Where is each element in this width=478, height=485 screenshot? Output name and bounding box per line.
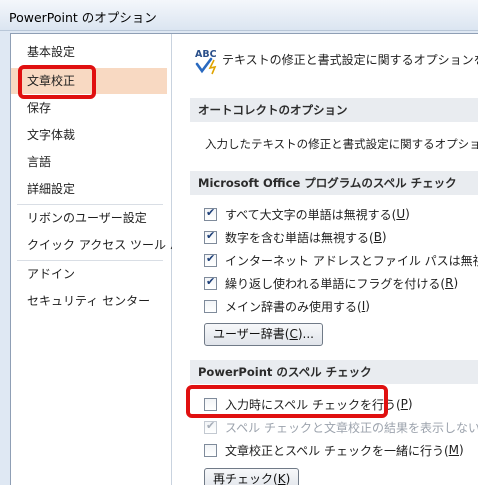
button-suffix: )...	[297, 327, 314, 341]
access-key: P	[400, 397, 408, 411]
close-paren: )	[407, 397, 413, 411]
sidebar-item-advanced[interactable]: 詳細設定	[11, 176, 167, 202]
title-bar: PowerPoint のオプション	[0, 0, 478, 31]
checkbox-ignore-uppercase[interactable]	[204, 206, 217, 221]
sidebar-item-addins[interactable]: アドイン	[11, 261, 167, 287]
sidebar-item-quick-access-toolbar[interactable]: クイック アクセス ツール バー	[11, 232, 194, 258]
recheck-document-button[interactable]: 再チェック(K)	[204, 468, 300, 485]
panel-header: テキストの修正と書式設定に関するオプションを変更します。	[222, 53, 478, 67]
highlight-proofing-nav	[18, 65, 96, 99]
access-key: C	[289, 327, 298, 341]
access-key: U	[396, 207, 406, 221]
autocorrect-description: 入力したテキストの修正と書式設定に関するオプションを変更します:	[205, 137, 478, 151]
option-ignore-internet-addresses[interactable]: インターネット アドレスとファイル パスは無視する(F)	[204, 251, 478, 269]
option-label: 数字を含む単語は無視する(	[225, 230, 374, 245]
sidebar-item-typography[interactable]: 文字体裁	[11, 122, 167, 148]
close-paren: )	[459, 443, 464, 457]
option-label: インターネット アドレスとファイル パスは無視する(	[225, 253, 478, 268]
option-check-grammar-with-spelling[interactable]: 文章校正とスペル チェックを一緒に行う(M)	[204, 441, 464, 459]
option-ignore-uppercase[interactable]: すべて大文字の単語は無視する(U)	[204, 205, 410, 223]
option-label: 繰り返し使われる単語にフラグを付ける(	[225, 276, 446, 291]
checkbox-flag-repeated-words[interactable]	[204, 275, 217, 290]
option-label: メイン辞書のみ使用する(	[225, 299, 362, 314]
sidebar-item-language[interactable]: 言語	[11, 149, 167, 175]
option-label: 文章校正とスペル チェックを一緒に行う(	[225, 443, 449, 458]
close-paren: )	[405, 207, 410, 221]
sidebar-item-trust-center[interactable]: セキュリティ センター	[11, 288, 167, 314]
option-flag-repeated-words[interactable]: 繰り返し使われる単語にフラグを付ける(R)	[204, 274, 458, 292]
button-label: ユーザー辞書(	[213, 327, 290, 341]
close-paren: )	[453, 276, 459, 290]
ppt-spelling-section-title: PowerPoint のスペル チェック	[190, 360, 478, 384]
checkbox-hide-spelling-errors	[204, 419, 217, 434]
checkbox-ignore-internet-addresses[interactable]	[204, 252, 217, 267]
close-paren: )	[365, 299, 370, 313]
access-key: B	[373, 230, 382, 244]
sidebar-item-general[interactable]: 基本設定	[11, 39, 167, 65]
svg-text:ABC: ABC	[195, 49, 217, 60]
highlight-spell-check-as-you-type	[186, 385, 388, 418]
option-label: スペル チェックと文章校正の結果を表示しない(	[225, 420, 478, 435]
custom-dictionaries-button[interactable]: ユーザー辞書(C)...	[204, 323, 323, 346]
checkbox-main-dictionary-only[interactable]	[204, 299, 217, 313]
access-key: M	[448, 443, 460, 457]
sidebar: 基本設定 文章校正 保存 文字体裁 言語 詳細設定 リボンのユーザー設定 クイッ…	[11, 34, 194, 485]
option-ignore-numbers[interactable]: 数字を含む単語は無視する(B)	[204, 228, 387, 246]
access-key: R	[445, 276, 454, 290]
option-main-dictionary-only[interactable]: メイン辞書のみ使用する(I)	[204, 297, 370, 315]
autocorrect-section-title: オートコレクトのオプション	[190, 98, 478, 122]
office-spelling-section-title: Microsoft Office プログラムのスペル チェック	[190, 171, 478, 195]
button-label: 再チェック(	[213, 472, 278, 485]
close-paren: )	[381, 230, 387, 244]
button-suffix: )	[285, 472, 291, 485]
abc-proofing-icon: ABC	[195, 49, 217, 75]
window-title: PowerPoint のオプション	[9, 10, 157, 25]
option-label: すべて大文字の単語は無視する(	[225, 207, 397, 222]
access-key: K	[277, 472, 286, 485]
sidebar-item-customize-ribbon[interactable]: リボンのユーザー設定	[11, 205, 167, 231]
option-hide-spelling-errors: スペル チェックと文章校正の結果を表示しない(S)	[204, 418, 478, 436]
checkbox-check-grammar-with-spelling[interactable]	[204, 443, 217, 457]
checkbox-ignore-numbers[interactable]	[204, 229, 217, 244]
